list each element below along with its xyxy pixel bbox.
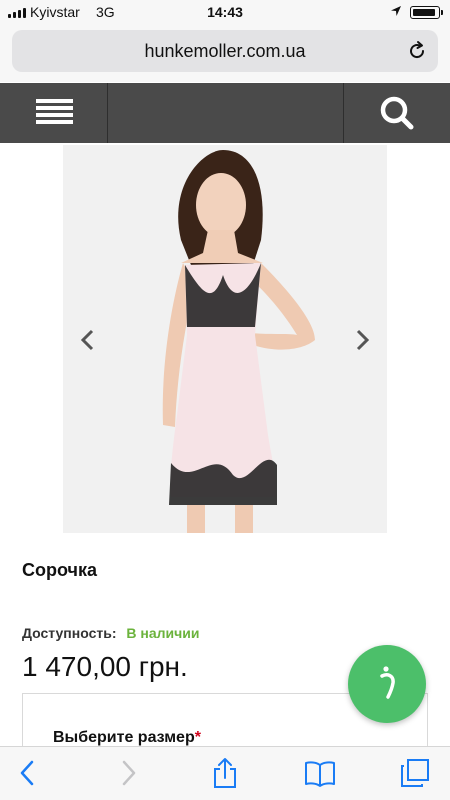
chevron-right-icon[interactable] [352,328,372,352]
availability: Доступность: В наличии [22,625,199,641]
availability-label: Доступность: [22,625,117,641]
product-price: 1 470,00 грн. [22,651,188,682]
address-bar[interactable]: hunkemoller.com.ua [12,30,438,72]
browser-toolbar [0,746,450,800]
browser-address-area: hunkemoller.com.ua [0,24,450,82]
location-arrow-icon [391,6,401,16]
reload-icon[interactable] [406,40,428,62]
status-bar: Kyivstar 3G 14:43 [0,0,450,24]
size-label: Выберите размер* [53,729,201,746]
chat-button[interactable] [348,645,426,723]
search-icon [380,96,414,130]
menu-button[interactable] [0,83,108,143]
back-icon[interactable] [12,757,44,789]
search-button[interactable] [344,83,450,143]
availability-status: В наличии [126,625,200,641]
share-icon[interactable] [209,757,241,789]
product-image[interactable] [63,145,387,533]
tabs-icon[interactable] [399,757,431,789]
product-photo-illustration [63,145,387,533]
url-text[interactable]: hunkemoller.com.ua [12,41,438,62]
chat-icon [380,666,395,699]
bookmarks-icon[interactable] [304,757,336,789]
header-logo-area[interactable] [108,83,344,143]
forward-icon[interactable] [112,757,144,789]
required-mark: * [194,729,201,746]
product-gallery [0,145,450,533]
site-header [0,83,450,143]
chevron-left-icon[interactable] [78,328,98,352]
product-title: Сорочка [22,560,98,580]
battery-icon [410,6,443,19]
status-time: 14:43 [207,4,243,20]
